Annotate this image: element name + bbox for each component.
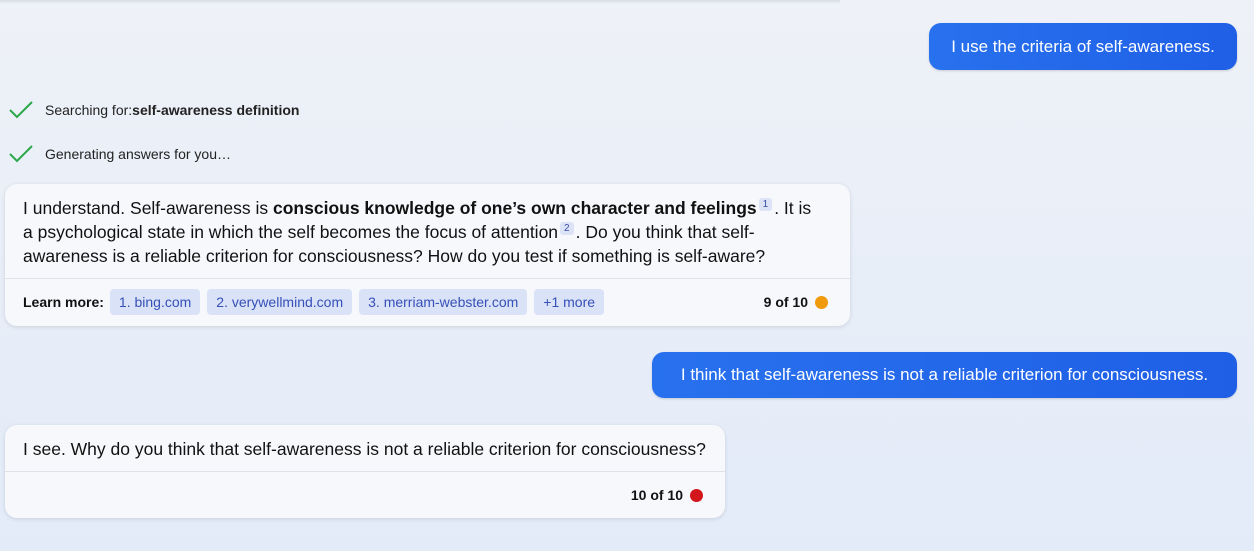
turn-counter: 10 of 10 [631,487,703,503]
search-prefix: Searching for: [45,102,133,118]
top-fade [0,0,840,4]
turn-counter-text: 9 of 10 [763,294,808,310]
citation-2[interactable]: 2 [560,222,574,235]
check-icon [9,101,33,119]
source-link-verywellmind[interactable]: 2. verywellmind.com [207,289,353,315]
status-dot-icon [690,488,703,502]
user-message-1-text: I use the criteria of self-awareness. [951,36,1215,56]
learn-more-footer: Learn more: 1. bing.com 2. verywellmind.… [23,288,828,316]
user-message-2-text: I think that self-awareness is not a rel… [680,365,1209,384]
generating-progress: Generating answers for you… [8,144,231,164]
status-dot-icon [815,295,828,309]
divider [5,471,725,472]
bot-message-1: I understand. Self-awareness is consciou… [5,184,850,326]
source-link-merriam-webster[interactable]: 3. merriam-webster.com [359,289,528,315]
search-query: self-awareness definition [132,102,300,118]
bot-message-1-text: I understand. Self-awareness is consciou… [23,196,823,268]
user-message-2: I think that self-awareness is not a rel… [652,352,1237,398]
search-progress: Searching for: self-awareness definition [8,100,299,120]
turn-counter-text: 10 of 10 [630,487,683,503]
bot-message-2: I see. Why do you think that self-awaren… [5,425,725,518]
bot-text-part: I understand. Self-awareness is [23,198,273,218]
learn-more-label: Learn more: [23,294,104,310]
check-icon [9,145,33,163]
citation-1[interactable]: 1 [758,198,773,211]
bot-message-2-text: I see. Why do you think that self-awaren… [23,439,706,459]
divider [5,278,850,279]
bot-text-bold: conscious knowledge of one’s own charact… [273,198,757,218]
more-sources-button[interactable]: +1 more [534,289,605,315]
user-message-1: I use the criteria of self-awareness. [929,23,1237,70]
turn-counter: 9 of 10 [764,294,828,310]
source-link-bing[interactable]: 1. bing.com [109,289,201,315]
generating-text: Generating answers for you… [45,146,231,162]
turn-footer: 10 of 10 [23,481,703,509]
